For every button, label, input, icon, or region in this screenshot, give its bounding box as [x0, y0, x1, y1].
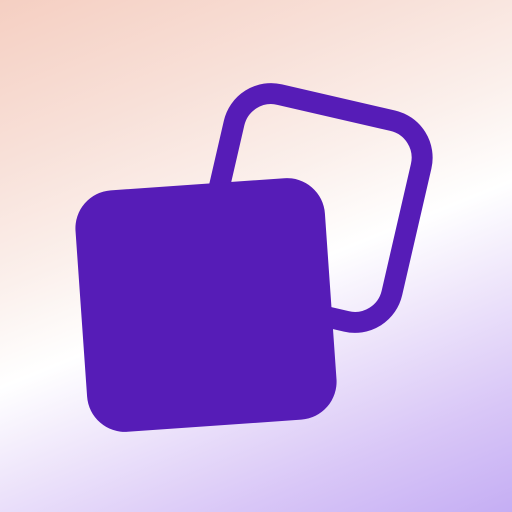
- copy-squares-icon: [0, 0, 512, 512]
- app-icon-background: [0, 0, 512, 512]
- front-square-filled: [75, 178, 337, 432]
